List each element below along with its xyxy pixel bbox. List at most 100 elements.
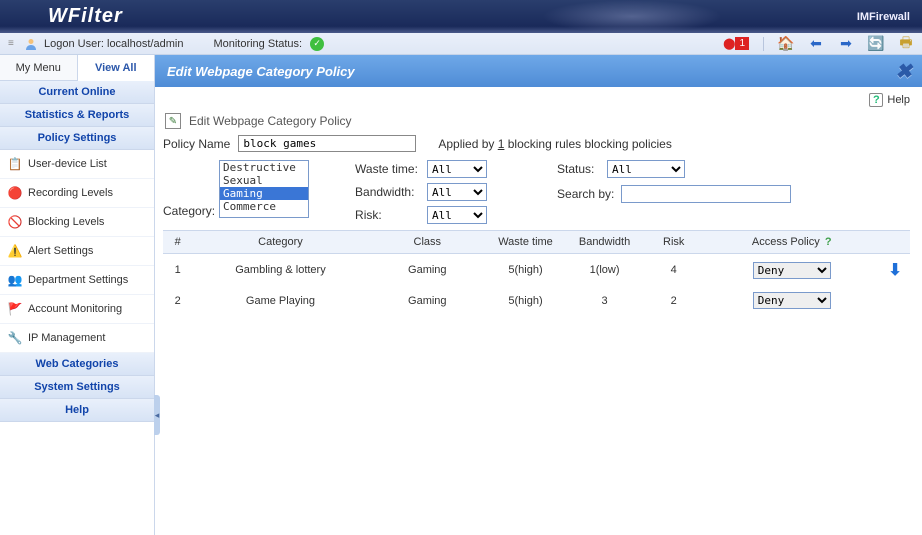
- bandwidth-select[interactable]: All: [427, 183, 487, 201]
- nav-item-label: Blocking Levels: [28, 216, 104, 228]
- user-icon: [24, 37, 38, 51]
- row-risk: 4: [644, 254, 703, 287]
- row-bandwidth: 1(low): [565, 254, 644, 287]
- category-option[interactable]: Destructive: [220, 161, 308, 174]
- record-icon: 🔴: [8, 186, 22, 200]
- nav-item-label: User-device List: [28, 158, 107, 170]
- help-label[interactable]: Help: [887, 94, 910, 106]
- nav-item-label: Alert Settings: [28, 245, 93, 257]
- nav-item[interactable]: 🚩 Account Monitoring: [0, 295, 154, 324]
- row-category: Gambling & lottery: [192, 254, 368, 287]
- category-policy-table: #CategoryClassWaste timeBandwidthRiskAcc…: [163, 230, 910, 315]
- row-waste: 5(high): [486, 254, 565, 287]
- bandwidth-label: Bandwidth:: [355, 185, 427, 199]
- table-header: Risk: [644, 231, 703, 254]
- form-title: Edit Webpage Category Policy: [189, 114, 352, 128]
- alert-icon: ⚠️: [8, 244, 22, 258]
- nav-item-label: IP Management: [28, 332, 105, 344]
- tab-view-all[interactable]: View All: [78, 55, 155, 81]
- access-policy-select[interactable]: Deny: [753, 262, 831, 279]
- sidebar: My Menu View All Current OnlineStatistic…: [0, 55, 155, 535]
- logon-label: Logon User:: [44, 38, 104, 50]
- page-icon: ✎: [165, 113, 181, 129]
- top-toolbar: ≡ Logon User: localhost/admin Monitoring…: [0, 33, 922, 55]
- nav-item[interactable]: 📋User-device List: [0, 150, 154, 179]
- back-icon[interactable]: ⬅: [808, 36, 824, 52]
- category-option[interactable]: Sexual: [220, 174, 308, 187]
- table-header: #: [163, 231, 192, 254]
- nav-header[interactable]: Current Online: [0, 81, 154, 104]
- ip-icon: 🔧: [8, 331, 22, 345]
- row-category: Game Playing: [192, 286, 368, 315]
- category-option[interactable]: Gaming: [220, 187, 308, 200]
- row-waste: 5(high): [486, 286, 565, 315]
- status-ok-icon: ✓: [310, 37, 324, 51]
- menu-icon[interactable]: ≡: [8, 42, 18, 46]
- category-option[interactable]: Commerce: [220, 200, 308, 213]
- nav-header[interactable]: Help: [0, 399, 154, 422]
- table-header: Access Policy ?: [703, 231, 880, 254]
- header-decoration: [542, 0, 722, 33]
- app-logo: WFilter: [48, 5, 123, 28]
- waste-select[interactable]: All: [427, 160, 487, 178]
- help-icon[interactable]: ?: [869, 93, 883, 107]
- nav-item[interactable]: ⚠️ Alert Settings: [0, 237, 154, 266]
- sidebar-collapse-handle[interactable]: ◂: [154, 395, 160, 435]
- nav-item-label: Account Monitoring: [28, 303, 122, 315]
- search-label: Search by:: [557, 187, 621, 201]
- refresh-icon[interactable]: 🔄: [868, 36, 884, 52]
- brand-label: IMFirewall: [857, 11, 910, 23]
- category-listbox[interactable]: DestructiveSexualGamingCommerce: [219, 160, 309, 218]
- nav-item[interactable]: 🔴 Recording Levels: [0, 179, 154, 208]
- down-arrow-icon[interactable]: ⬇: [888, 262, 901, 279]
- home-icon[interactable]: 🏠: [778, 36, 794, 52]
- table-header: Bandwidth: [565, 231, 644, 254]
- nav-item-label: Recording Levels: [28, 187, 113, 199]
- row-risk: 2: [644, 286, 703, 315]
- applied-by-text: Applied by 1 blocking rules blocking pol…: [438, 137, 671, 151]
- table-header: Class: [368, 231, 486, 254]
- toolbar-separator: [763, 37, 764, 51]
- waste-label: Waste time:: [355, 162, 427, 176]
- panel-title: Edit Webpage Category Policy: [167, 64, 355, 79]
- logon-value: localhost/admin: [107, 38, 183, 50]
- row-index: 1: [163, 254, 192, 287]
- close-icon[interactable]: ✖: [895, 59, 912, 84]
- table-row: 2Game PlayingGaming5(high)32Deny: [163, 286, 910, 315]
- row-index: 2: [163, 286, 192, 315]
- status-label: Status:: [557, 162, 607, 176]
- row-bandwidth: 3: [565, 286, 644, 315]
- table-header: Waste time: [486, 231, 565, 254]
- nav-item[interactable]: 👥 Department Settings: [0, 266, 154, 295]
- dept-icon: 👥: [8, 273, 22, 287]
- tab-my-menu[interactable]: My Menu: [0, 55, 78, 80]
- nav-header[interactable]: Web Categories: [0, 353, 154, 376]
- nav-item[interactable]: 🔧 IP Management: [0, 324, 154, 353]
- risk-label: Risk:: [355, 208, 427, 222]
- nav-header[interactable]: Policy Settings: [0, 127, 154, 150]
- print-icon[interactable]: 🖶: [898, 36, 914, 52]
- policy-name-input[interactable]: [238, 135, 416, 152]
- policy-name-label: Policy Name: [163, 137, 230, 151]
- panel-title-bar: Edit Webpage Category Policy ✖: [155, 55, 922, 87]
- access-policy-select[interactable]: Deny: [753, 292, 831, 309]
- nav-item[interactable]: 🚫Blocking Levels: [0, 208, 154, 237]
- forward-icon[interactable]: ➡: [838, 36, 854, 52]
- nav-header[interactable]: System Settings: [0, 376, 154, 399]
- risk-select[interactable]: All: [427, 206, 487, 224]
- row-class: Gaming: [368, 254, 486, 287]
- sidebar-tabs: My Menu View All: [0, 55, 154, 81]
- main-panel: Edit Webpage Category Policy ✖ ? Help ✎ …: [155, 55, 922, 535]
- app-header: WFilter IMFirewall: [0, 0, 922, 33]
- nav-header[interactable]: Statistics & Reports: [0, 104, 154, 127]
- search-input[interactable]: [621, 185, 791, 203]
- monitoring-label: Monitoring Status:: [213, 38, 302, 50]
- alert-pin-icon[interactable]: ⬤1: [723, 37, 749, 50]
- form-title-row: ✎ Edit Webpage Category Policy: [165, 113, 910, 129]
- nav-item-label: Department Settings: [28, 274, 128, 286]
- category-label: Category:: [163, 204, 215, 218]
- table-header: [880, 231, 910, 254]
- status-select[interactable]: All: [607, 160, 685, 178]
- help-question-icon[interactable]: ?: [825, 236, 832, 248]
- flag-icon: 🚩: [8, 302, 22, 316]
